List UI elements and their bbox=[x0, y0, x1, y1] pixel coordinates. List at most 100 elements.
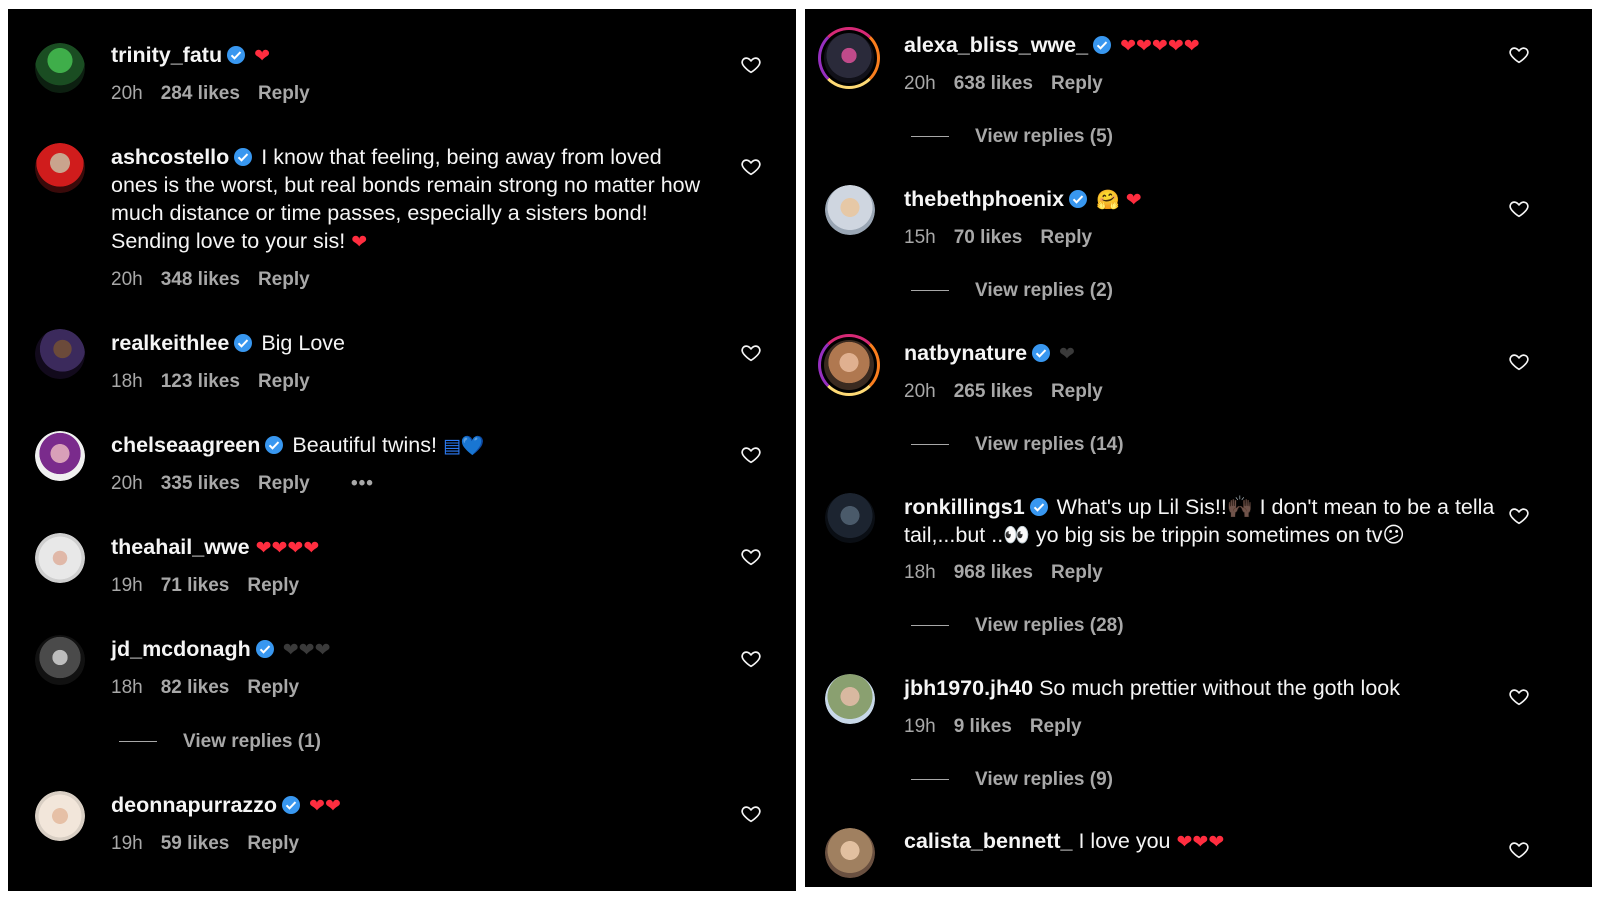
comment-text: Big Love bbox=[261, 331, 345, 355]
avatar[interactable] bbox=[825, 828, 875, 878]
verified-badge-icon bbox=[234, 148, 253, 166]
username[interactable]: deonnapurrazzo bbox=[111, 793, 277, 817]
heart-outline-icon[interactable] bbox=[740, 444, 762, 466]
comment-emoji: ❤❤❤ bbox=[1176, 831, 1225, 853]
comment-emoji: ❤ bbox=[254, 45, 270, 67]
heart-outline-icon[interactable] bbox=[740, 803, 762, 825]
heart-outline-icon[interactable] bbox=[740, 156, 762, 178]
comment-emoji: ❤ bbox=[351, 231, 368, 253]
heart-outline-icon[interactable] bbox=[1508, 351, 1530, 373]
timestamp: 18h bbox=[904, 562, 936, 583]
comment-meta: 20h 335 likes Reply ••• bbox=[111, 473, 392, 495]
view-replies-button[interactable]: View replies (5) bbox=[911, 126, 1113, 148]
divider bbox=[911, 444, 949, 446]
heart-outline-icon[interactable] bbox=[1508, 44, 1530, 66]
comment-emoji: ❤ bbox=[1059, 343, 1075, 365]
username[interactable]: natbynature bbox=[904, 341, 1027, 365]
avatar[interactable] bbox=[35, 143, 85, 193]
comment-emoji: 🤗 ❤ bbox=[1096, 189, 1142, 211]
heart-outline-icon[interactable] bbox=[1508, 505, 1530, 527]
verified-badge-icon bbox=[227, 46, 246, 64]
view-replies-button[interactable]: View replies (14) bbox=[911, 434, 1124, 456]
likes-count[interactable]: 59 likes bbox=[161, 833, 230, 854]
view-replies-button[interactable]: View replies (9) bbox=[911, 769, 1113, 791]
verified-badge-icon bbox=[1029, 498, 1048, 516]
likes-count[interactable]: 123 likes bbox=[161, 371, 240, 392]
comment-emoji: ❤❤❤❤❤ bbox=[1120, 35, 1200, 57]
reply-button[interactable]: Reply bbox=[247, 575, 299, 596]
username[interactable]: ronkillings1 bbox=[904, 495, 1025, 519]
reply-button[interactable]: Reply bbox=[258, 371, 310, 392]
username[interactable]: chelseaagreen bbox=[111, 433, 260, 457]
username[interactable]: jd_mcdonagh bbox=[111, 637, 251, 661]
comment-emoji: ▤💙 bbox=[442, 435, 485, 457]
reply-button[interactable]: Reply bbox=[1051, 73, 1103, 94]
timestamp: 20h bbox=[111, 83, 143, 104]
timestamp: 20h bbox=[111, 473, 143, 494]
reply-button[interactable]: Reply bbox=[1051, 562, 1103, 583]
likes-count[interactable]: 284 likes bbox=[161, 83, 240, 104]
view-replies-label: View replies (14) bbox=[975, 434, 1124, 455]
avatar-story-ring[interactable] bbox=[818, 334, 880, 396]
heart-outline-icon[interactable] bbox=[740, 546, 762, 568]
heart-outline-icon[interactable] bbox=[1508, 686, 1530, 708]
likes-count[interactable]: 70 likes bbox=[954, 227, 1023, 248]
avatar[interactable] bbox=[35, 431, 85, 481]
divider bbox=[911, 625, 949, 627]
username[interactable]: theahail_wwe bbox=[111, 535, 250, 559]
reply-button[interactable]: Reply bbox=[258, 269, 310, 290]
username[interactable]: ashcostello bbox=[111, 145, 229, 169]
username[interactable]: alexa_bliss_wwe_ bbox=[904, 33, 1088, 57]
heart-outline-icon[interactable] bbox=[1508, 839, 1530, 861]
reply-button[interactable]: Reply bbox=[258, 473, 310, 494]
comments-panel-right: alexa_bliss_wwe_ ❤❤❤❤❤ 20h 638 likes Reply… bbox=[805, 9, 1592, 887]
more-options-button[interactable]: ••• bbox=[351, 473, 374, 494]
avatar-story-ring[interactable] bbox=[818, 27, 880, 89]
view-replies-button[interactable]: View replies (1) bbox=[119, 731, 321, 753]
heart-outline-icon[interactable] bbox=[1508, 198, 1530, 220]
avatar[interactable] bbox=[35, 533, 85, 583]
heart-outline-icon[interactable] bbox=[740, 54, 762, 76]
likes-count[interactable]: 9 likes bbox=[954, 716, 1012, 737]
reply-button[interactable]: Reply bbox=[1030, 716, 1082, 737]
avatar[interactable] bbox=[825, 493, 875, 543]
timestamp: 20h bbox=[111, 269, 143, 290]
view-replies-label: View replies (28) bbox=[975, 615, 1124, 636]
username[interactable]: thebethphoenix bbox=[904, 187, 1064, 211]
comment-meta: 19h 59 likes Reply bbox=[111, 833, 317, 855]
timestamp: 20h bbox=[904, 73, 936, 94]
username[interactable]: calista_bennett_ bbox=[904, 829, 1072, 853]
heart-outline-icon[interactable] bbox=[740, 648, 762, 670]
username[interactable]: jbh1970.jh40 bbox=[904, 676, 1033, 700]
reply-button[interactable]: Reply bbox=[247, 677, 299, 698]
avatar[interactable] bbox=[825, 185, 875, 235]
likes-count[interactable]: 348 likes bbox=[161, 269, 240, 290]
verified-badge-icon bbox=[282, 796, 301, 814]
likes-count[interactable]: 968 likes bbox=[954, 562, 1033, 583]
reply-button[interactable]: Reply bbox=[258, 83, 310, 104]
likes-count[interactable]: 265 likes bbox=[954, 381, 1033, 402]
timestamp: 19h bbox=[111, 833, 143, 854]
view-replies-button[interactable]: View replies (2) bbox=[911, 280, 1113, 302]
reply-button[interactable]: Reply bbox=[1040, 227, 1092, 248]
comment-emoji: ❤❤ bbox=[309, 795, 341, 817]
likes-count[interactable]: 638 likes bbox=[954, 73, 1033, 94]
avatar[interactable] bbox=[825, 674, 875, 724]
likes-count[interactable]: 82 likes bbox=[161, 677, 230, 698]
likes-count[interactable]: 335 likes bbox=[161, 473, 240, 494]
reply-button[interactable]: Reply bbox=[247, 833, 299, 854]
username[interactable]: realkeithlee bbox=[111, 331, 229, 355]
avatar[interactable] bbox=[35, 635, 85, 685]
timestamp: 18h bbox=[111, 677, 143, 698]
avatar[interactable] bbox=[35, 43, 85, 93]
username[interactable]: trinity_fatu bbox=[111, 43, 222, 67]
heart-outline-icon[interactable] bbox=[740, 342, 762, 364]
likes-count[interactable]: 71 likes bbox=[161, 575, 230, 596]
reply-button[interactable]: Reply bbox=[1051, 381, 1103, 402]
avatar[interactable] bbox=[35, 329, 85, 379]
view-replies-button[interactable]: View replies (28) bbox=[911, 615, 1124, 637]
divider bbox=[911, 779, 949, 781]
avatar[interactable] bbox=[35, 791, 85, 841]
view-replies-label: View replies (2) bbox=[975, 280, 1113, 301]
view-replies-label: View replies (1) bbox=[183, 731, 321, 752]
